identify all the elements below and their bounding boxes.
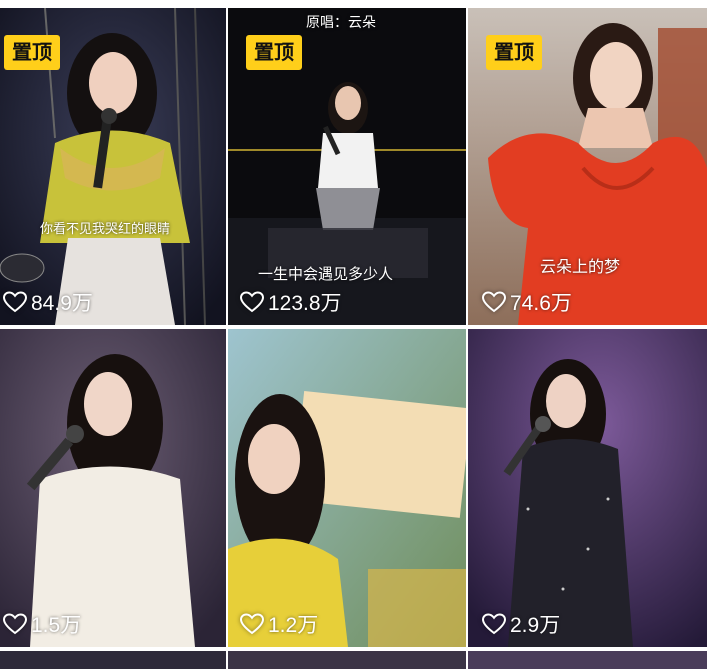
like-count: 1.5万 xyxy=(3,609,81,639)
like-count: 2.9万 xyxy=(482,609,560,639)
heart-icon xyxy=(3,613,27,635)
video-caption: 一生中会遇见多少人 xyxy=(258,265,394,283)
video-tile[interactable] xyxy=(0,651,226,669)
heart-icon xyxy=(240,613,264,635)
video-caption: 你看不见我哭红的眼睛 xyxy=(40,222,171,237)
video-caption: 云朵上的梦 xyxy=(540,257,621,276)
heart-icon xyxy=(482,291,506,313)
like-count: 123.8万 xyxy=(240,287,342,317)
heart-icon xyxy=(482,613,506,635)
like-count-text: 1.2万 xyxy=(268,614,319,637)
video-thumbnail xyxy=(0,329,226,647)
video-tile[interactable]: 你看不见我哭红的眼睛 置顶 84.9万 xyxy=(0,8,226,325)
video-tile[interactable]: 云朵上的梦 置顶 74.6万 xyxy=(468,8,707,325)
heart-icon xyxy=(3,291,27,313)
like-count-text: 2.9万 xyxy=(510,614,561,637)
like-count-text: 1.5万 xyxy=(31,614,82,637)
pinned-badge: 置顶 xyxy=(246,35,302,70)
like-count-text: 123.8万 xyxy=(268,292,342,315)
like-count-text: 84.9万 xyxy=(31,292,93,315)
video-thumbnail xyxy=(468,329,707,647)
like-count: 84.9万 xyxy=(3,287,93,317)
video-grid: 你看不见我哭红的眼睛 置顶 84.9万 原唱：云朵 一生中会遇见多少人 置顶 1… xyxy=(0,0,707,669)
like-count: 74.6万 xyxy=(482,287,572,317)
video-tile[interactable]: 1.2万 xyxy=(228,329,466,647)
video-tile[interactable] xyxy=(468,651,707,669)
pinned-badge: 置顶 xyxy=(486,35,542,70)
video-top-text: 原唱：云朵 xyxy=(306,15,376,31)
like-count: 1.2万 xyxy=(240,609,318,639)
video-tile[interactable] xyxy=(228,651,466,669)
pinned-badge: 置顶 xyxy=(4,35,60,70)
heart-icon xyxy=(240,291,264,313)
video-tile[interactable]: 2.9万 xyxy=(468,329,707,647)
video-tile[interactable]: 原唱：云朵 一生中会遇见多少人 置顶 123.8万 xyxy=(228,8,466,325)
video-tile[interactable]: 1.5万 xyxy=(0,329,226,647)
video-thumbnail xyxy=(228,329,466,647)
like-count-text: 74.6万 xyxy=(510,292,572,315)
